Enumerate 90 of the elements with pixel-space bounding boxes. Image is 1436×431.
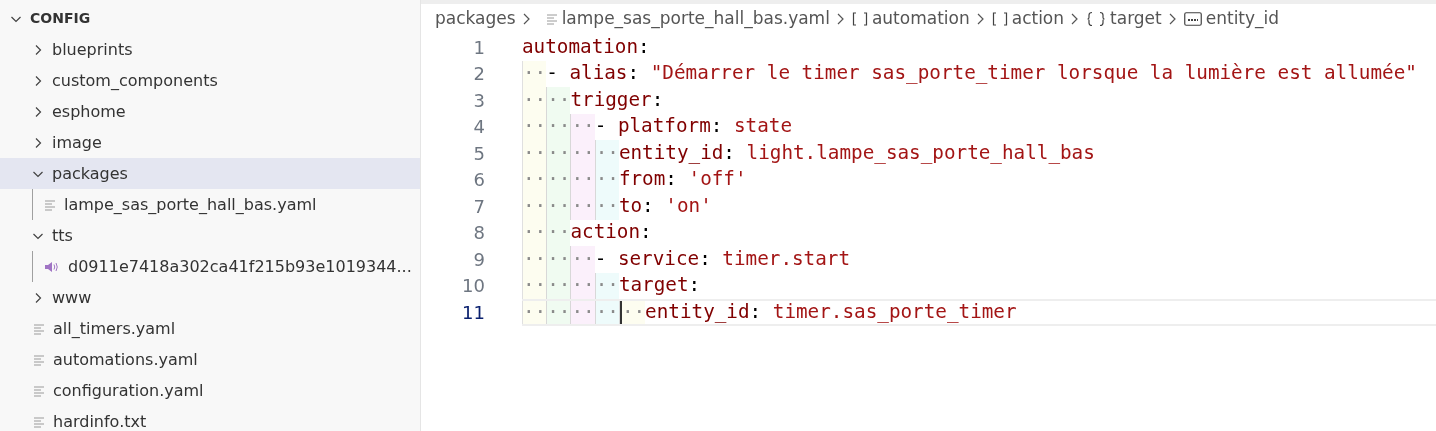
whitespace-marker: ·· <box>523 139 547 166</box>
file-lines-icon <box>33 353 45 366</box>
chevron-right-icon <box>835 12 846 26</box>
whitespace-marker: ·· <box>523 272 547 299</box>
line-number: 4 <box>472 115 486 140</box>
whitespace-marker: ·· <box>523 298 547 325</box>
whitespace-marker: ·· <box>547 298 571 325</box>
folder-item[interactable]: blueprints <box>0 34 420 65</box>
line-number: 9 <box>472 247 486 272</box>
file-item[interactable]: configuration.yaml <box>0 375 420 406</box>
folder-item[interactable]: esphome <box>0 96 420 127</box>
braces-icon <box>1086 11 1107 27</box>
folder-item[interactable]: image <box>0 127 420 158</box>
code-line: ······- platform: state <box>522 113 1436 140</box>
whitespace-marker: ·· <box>523 113 547 140</box>
code-line: ········from: 'off' <box>522 166 1436 193</box>
whitespace-marker: ·· <box>595 139 619 166</box>
whitespace-marker: ·· <box>547 86 571 113</box>
line-number: 10 <box>461 274 486 299</box>
whitespace-marker: ·· <box>571 298 595 325</box>
file-lines-icon <box>33 384 45 397</box>
line-number: 2 <box>472 62 486 87</box>
current-code-line: ··········entity_id: timer.sas_porte_timer <box>522 299 1436 326</box>
code-line: ····action: <box>522 219 1436 246</box>
breadcrumb-item[interactable]: action <box>991 6 1065 32</box>
whitespace-marker: ·· <box>523 86 547 113</box>
whitespace-marker: ·· <box>547 192 571 219</box>
line-number: 6 <box>472 168 486 193</box>
chevron-right-icon <box>1167 12 1178 26</box>
file-lines-icon <box>33 415 45 428</box>
code-line: ········entity_id: light.lampe_sas_porte_hall_bas <box>522 140 1436 167</box>
whitespace-marker: ·· <box>621 298 646 325</box>
whitespace-marker: ·· <box>571 272 595 299</box>
folder-item[interactable]: custom_components <box>0 65 420 96</box>
line-number: 7 <box>472 194 486 219</box>
breadcrumb-item[interactable]: target <box>1086 6 1162 32</box>
whitespace-marker: ·· <box>595 298 619 325</box>
whitespace-marker: ·· <box>571 166 595 193</box>
code-line: ········to: 'on' <box>522 193 1436 220</box>
whitespace-marker: ·· <box>547 245 571 272</box>
whitespace-marker: ·· <box>523 60 547 87</box>
whitespace-marker: ·· <box>571 113 595 140</box>
line-number: 11 <box>461 300 486 325</box>
whitespace-marker: ·· <box>547 272 571 299</box>
line-number: 5 <box>472 141 486 166</box>
folder-item[interactable]: tts <box>0 220 420 251</box>
line-number: 3 <box>472 88 486 113</box>
line-number: 1 <box>472 35 486 60</box>
code-line: automation: <box>522 34 651 60</box>
brackets-icon <box>991 11 1008 27</box>
code-line: ··- alias: "Démarrer le timer sas_porte_timer lorsque la lumière est allumée" <box>522 60 1436 87</box>
whitespace-marker: ·· <box>595 272 619 299</box>
file-lines-icon <box>33 322 45 335</box>
chevron-right-icon <box>521 12 532 26</box>
text-cursor <box>619 301 622 324</box>
folder-item[interactable]: www <box>0 282 420 313</box>
whitespace-marker: ·· <box>547 113 571 140</box>
code-line: ········target: <box>522 272 1436 299</box>
whitespace-marker: ·· <box>571 139 595 166</box>
file-item[interactable]: automations.yaml <box>0 344 420 375</box>
file-lines-icon <box>44 198 56 211</box>
whitespace-marker: ·· <box>547 219 571 246</box>
breadcrumb-item[interactable]: automation <box>851 6 970 32</box>
line-number: 8 <box>472 221 486 246</box>
whitespace-marker: ·· <box>571 245 595 272</box>
file-item[interactable]: hardinfo.txt <box>0 406 420 431</box>
breadcrumb-item[interactable]: packages <box>435 6 516 32</box>
text-field-icon <box>1183 12 1202 26</box>
breadcrumb-item[interactable]: entity_id <box>1183 6 1280 32</box>
explorer-header[interactable]: CONFIG <box>0 3 420 34</box>
whitespace-marker: ·· <box>595 166 619 193</box>
file-item[interactable]: all_timers.yaml <box>0 313 420 344</box>
chevron-right-icon <box>975 12 986 26</box>
whitespace-marker: ·· <box>547 139 571 166</box>
whitespace-marker: ·· <box>523 192 547 219</box>
whitespace-marker: ·· <box>571 192 595 219</box>
whitespace-marker: ·· <box>595 192 619 219</box>
file-lines-icon <box>545 13 558 25</box>
breadcrumb-item[interactable]: lampe_sas_porte_hall_bas.yaml <box>545 6 830 32</box>
speaker-icon <box>44 260 60 273</box>
code-line: ······- service: timer.start <box>522 246 1436 273</box>
whitespace-marker: ·· <box>523 245 547 272</box>
file-item[interactable]: lampe_sas_porte_hall_bas.yaml <box>0 189 420 220</box>
code-line: ····trigger: <box>522 87 1436 114</box>
whitespace-marker: ·· <box>547 166 571 193</box>
folder-item[interactable]: packages <box>0 158 420 189</box>
brackets-icon <box>851 11 868 27</box>
whitespace-marker: ·· <box>523 166 547 193</box>
whitespace-marker: ·· <box>523 219 547 246</box>
file-item[interactable]: d0911e7418a302ca41f215b93e1019344... <box>0 251 420 282</box>
